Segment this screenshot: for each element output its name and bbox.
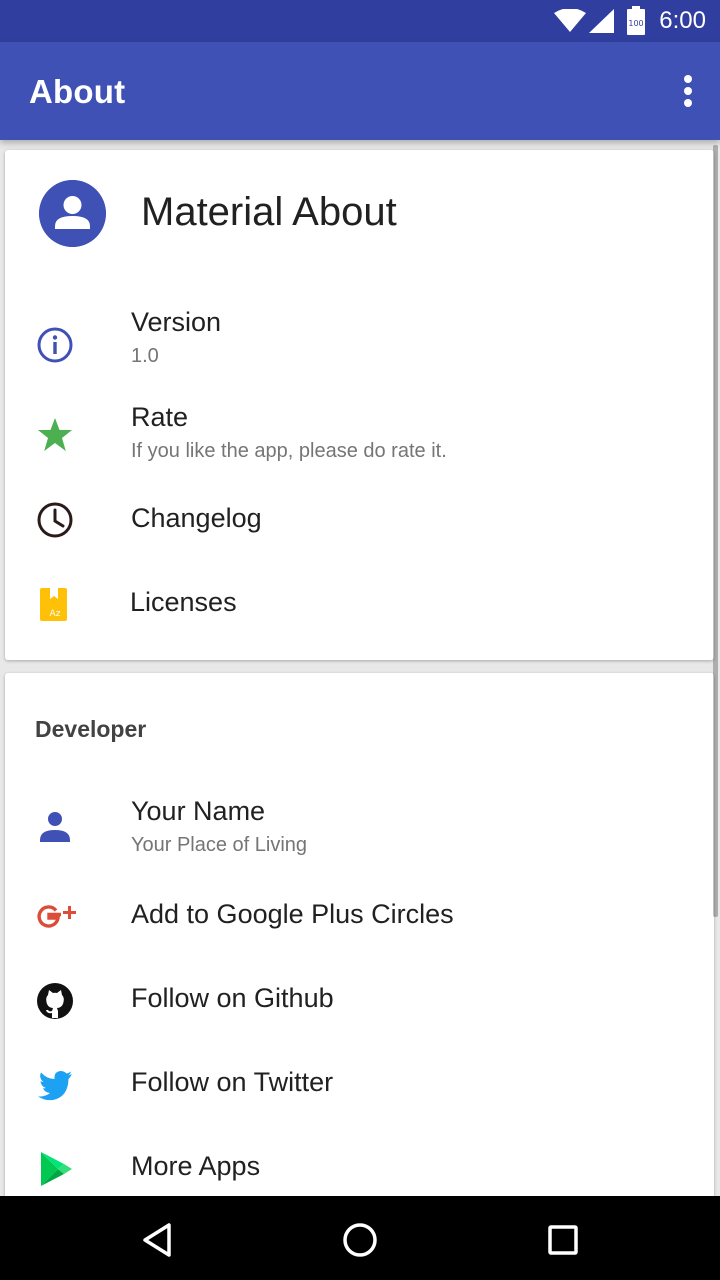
star-icon xyxy=(38,418,72,451)
info-icon xyxy=(37,327,73,363)
author-name: Your Name xyxy=(131,796,266,826)
cell-signal-icon xyxy=(589,9,614,33)
twitter-title: Follow on Twitter xyxy=(131,1067,334,1097)
status-time: 6:00 xyxy=(659,7,706,34)
svg-text:Az: Az xyxy=(50,609,61,619)
more-apps-title: More Apps xyxy=(131,1151,261,1181)
google-plus-item[interactable]: Add to Google Plus Circles xyxy=(5,886,714,966)
navigation-bar xyxy=(0,1196,720,1280)
author-location: Your Place of Living xyxy=(131,834,308,856)
rate-item[interactable]: Rate If you like the app, please do rate… xyxy=(5,395,714,485)
person-icon xyxy=(40,812,70,842)
clock-icon xyxy=(37,502,73,538)
app-name: Material About xyxy=(141,190,397,234)
status-bar: 100 6:00 xyxy=(0,0,720,42)
version-item[interactable]: Version 1.0 xyxy=(5,300,714,390)
battery-icon: 100 xyxy=(627,6,645,35)
github-icon xyxy=(37,983,73,1019)
app-avatar-icon xyxy=(39,180,106,247)
github-item[interactable]: Follow on Github xyxy=(5,970,714,1050)
author-item[interactable]: Your Name Your Place of Living xyxy=(5,790,714,880)
back-icon[interactable] xyxy=(136,1218,180,1262)
about-content[interactable]: Material About Version 1.0 Rate If you l… xyxy=(0,140,720,1196)
google-plus-title: Add to Google Plus Circles xyxy=(131,899,454,929)
home-icon[interactable] xyxy=(338,1218,382,1262)
page-title: About xyxy=(29,73,126,110)
changelog-title: Changelog xyxy=(131,503,262,533)
version-title: Version xyxy=(131,307,222,337)
more-vert-icon[interactable] xyxy=(676,74,700,108)
app-bar: About xyxy=(0,42,720,140)
recents-icon[interactable] xyxy=(541,1218,585,1262)
battery-level: 100 xyxy=(628,19,643,28)
google-plus-icon xyxy=(37,905,76,928)
section-title: Developer xyxy=(35,716,147,742)
more-apps-item[interactable]: More Apps xyxy=(5,1138,714,1196)
version-value: 1.0 xyxy=(131,345,159,367)
license-book-icon: Az xyxy=(40,588,67,621)
rate-subtitle: If you like the app, please do rate it. xyxy=(131,440,447,462)
wifi-icon xyxy=(554,9,586,32)
twitter-item[interactable]: Follow on Twitter xyxy=(5,1054,714,1134)
twitter-icon xyxy=(38,1071,72,1101)
rate-title: Rate xyxy=(131,402,189,432)
app-info-card: Material About Version 1.0 Rate If you l… xyxy=(5,150,714,660)
github-title: Follow on Github xyxy=(131,983,334,1013)
developer-card: Developer Your Name Your Place of Living… xyxy=(5,673,714,1196)
licenses-item[interactable]: Az Licenses xyxy=(5,575,714,655)
changelog-item[interactable]: Changelog xyxy=(5,490,714,570)
licenses-title: Licenses xyxy=(130,587,237,617)
scrollbar[interactable] xyxy=(713,145,718,917)
play-store-icon xyxy=(41,1152,72,1186)
